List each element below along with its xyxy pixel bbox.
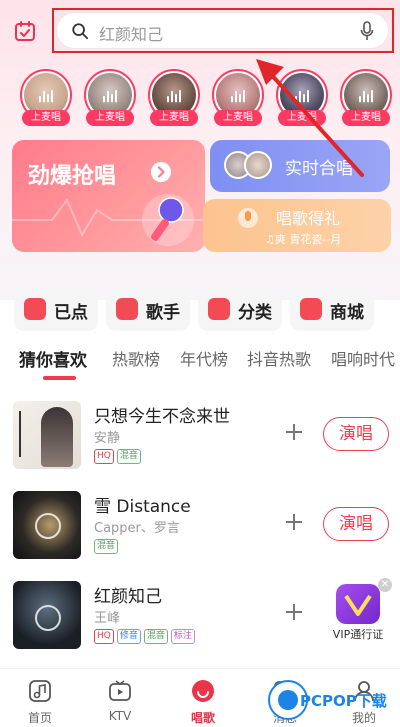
singer-avatar[interactable]: 上麦唱 (148, 69, 200, 127)
audio-bars-icon (359, 90, 373, 103)
microphone-illustration-icon (142, 194, 194, 246)
song-title: 红颜知己 (94, 587, 162, 607)
search-input[interactable]: 红颜知己 (56, 12, 389, 49)
sing-button[interactable]: 演唱 (323, 507, 389, 541)
nav-home[interactable]: 首页 (10, 669, 70, 727)
mic-badge: 上麦唱 (278, 110, 326, 126)
mic-badge: 上麦唱 (150, 110, 198, 126)
song-title: 雪 Distance (94, 497, 191, 517)
vip-gem-icon (336, 584, 380, 624)
quick-sing-card[interactable]: 劲爆抢唱 (12, 140, 205, 252)
avatar (244, 151, 272, 179)
sing-gift-title: 唱歌得礼 (276, 209, 341, 228)
pill-categories[interactable]: 分类 (198, 287, 282, 331)
song-row[interactable]: 只想今生不念来世 安静 HQ 混音 演唱 (0, 401, 400, 481)
singer-avatar[interactable]: 上麦唱 (20, 69, 72, 127)
grid-icon (116, 298, 138, 320)
mic-badge: 上麦唱 (214, 110, 262, 126)
add-icon[interactable] (285, 423, 303, 441)
tag-mix: 混音 (143, 629, 168, 644)
sing-icon (192, 680, 214, 702)
live-chorus-card[interactable]: 实时合唱 (210, 140, 390, 192)
pill-store[interactable]: 商城 (290, 287, 374, 331)
singer-avatar[interactable]: 上麦唱 (84, 69, 136, 127)
album-cover (13, 401, 81, 469)
album-cover (13, 581, 81, 649)
tab-era[interactable]: 唱响时代 (331, 346, 395, 370)
live-chorus-title: 实时合唱 (285, 159, 353, 179)
singer-avatar[interactable]: 上麦唱 (212, 69, 264, 127)
mic-badge: 上麦唱 (342, 110, 390, 126)
add-icon[interactable] (285, 513, 303, 531)
sing-gift-card[interactable]: 唱歌得礼 ♫爽 青花瓷--月 (203, 199, 391, 252)
singer-avatar[interactable]: 上麦唱 (276, 69, 328, 127)
microphone-icon[interactable] (360, 21, 374, 41)
vip-pass-float[interactable]: ✕ VIP通行证 (324, 578, 392, 648)
watermark-text: PCPOP下载 (300, 692, 387, 710)
nav-ktv[interactable]: KTV (90, 669, 150, 727)
nav-label: 唱歌 (190, 711, 215, 725)
song-tags: HQ 修音 混音 标注 (94, 629, 195, 644)
tab-recommend[interactable]: 猜你喜欢 (19, 346, 87, 371)
music-icon (29, 680, 51, 702)
music-note-icon (24, 298, 46, 320)
tag-hq: HQ (94, 449, 114, 464)
tag-hq: HQ (94, 629, 114, 644)
microphone-icon (238, 208, 258, 228)
audio-bars-icon (39, 90, 53, 103)
sing-button[interactable]: 演唱 (323, 417, 389, 451)
pill-singers[interactable]: 歌手 (106, 287, 190, 331)
pill-label: 分类 (238, 303, 272, 323)
pill-label: 商城 (330, 303, 364, 323)
mic-badge: 上麦唱 (22, 110, 70, 126)
tab-douyin[interactable]: 抖音热歌 (247, 346, 311, 370)
tag-mix: 混音 (94, 539, 119, 554)
add-icon[interactable] (285, 603, 303, 621)
pill-ordered[interactable]: 已点 (14, 287, 98, 331)
pill-label: 歌手 (146, 303, 180, 323)
mic-badge: 上麦唱 (86, 110, 134, 126)
tab-indicator (43, 376, 76, 380)
tab-hot[interactable]: 热歌榜 (112, 346, 160, 370)
album-cover (13, 491, 81, 559)
search-icon (72, 23, 89, 40)
song-tags: HQ 混音 (94, 449, 141, 464)
calendar-icon[interactable] (13, 19, 37, 43)
audio-bars-icon (295, 90, 309, 103)
song-row[interactable]: 雪 Distance Capper、罗言 混音 演唱 (0, 491, 400, 571)
song-artist[interactable]: 安静 (94, 427, 120, 446)
shop-icon (300, 298, 322, 320)
chevron-right-icon (151, 162, 171, 182)
song-artist[interactable]: 王峰 (94, 607, 120, 626)
song-title: 只想今生不念来世 (94, 407, 230, 427)
tab-decades[interactable]: 年代榜 (180, 346, 228, 370)
search-placeholder: 红颜知己 (99, 25, 164, 44)
nav-label: KTV (108, 709, 132, 723)
tag-tune: 修音 (116, 629, 141, 644)
watermark-logo: PCPOP下载 (268, 676, 400, 727)
close-icon[interactable]: ✕ (378, 578, 392, 592)
tv-icon (109, 680, 131, 701)
nav-label: 首页 (27, 711, 52, 725)
pill-label: 已点 (54, 303, 88, 323)
song-tags: 混音 (94, 539, 119, 554)
nav-sing[interactable]: 唱歌 (173, 669, 233, 727)
audio-bars-icon (231, 90, 245, 103)
quick-sing-title: 劲爆抢唱 (28, 164, 117, 189)
tag-mix: 混音 (116, 449, 141, 464)
tag-mark: 标注 (170, 629, 195, 644)
audio-bars-icon (167, 90, 181, 103)
vip-label: VIP通行证 (332, 628, 384, 641)
singer-avatar[interactable]: 上麦唱 (340, 69, 392, 127)
sing-gift-subtitle: ♫爽 青花瓷--月 (265, 233, 342, 246)
song-artist[interactable]: Capper、罗言 (94, 517, 180, 536)
audio-bars-icon (103, 90, 117, 103)
category-icon (208, 298, 230, 320)
